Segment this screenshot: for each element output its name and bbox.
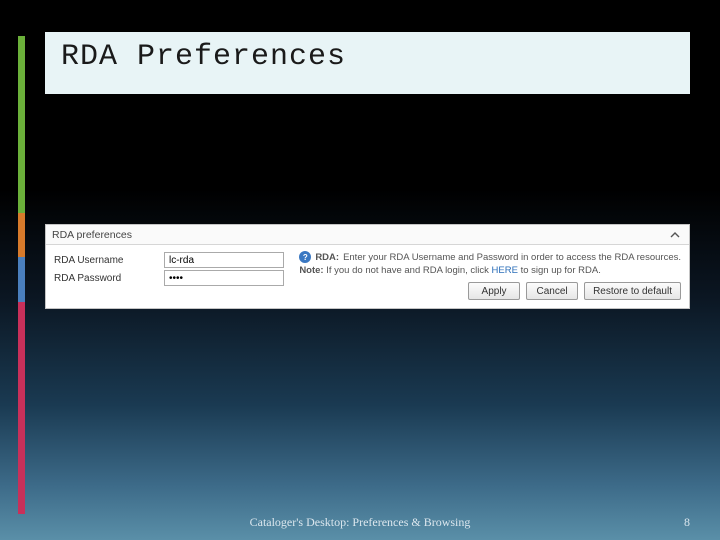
form-column: RDA Username RDA Password [54,251,287,300]
panel-body: RDA Username RDA Password ? RDA: Enter y… [46,245,689,308]
help-icon: ? [299,251,311,263]
apply-button[interactable]: Apply [468,282,520,300]
slide: RDA Preferences RDA preferences RDA User… [0,0,720,540]
stripe-orange [18,213,25,257]
note-text-2: to sign up for RDA. [521,265,601,276]
button-row: Apply Cancel Restore to default [299,282,681,300]
info-line-1: ? RDA: Enter your RDA Username and Passw… [299,251,681,263]
password-row: RDA Password [54,269,287,287]
stripe-pink [18,302,25,514]
password-input[interactable] [164,270,284,286]
stripe-blue [18,257,25,301]
info-prefix: RDA: [315,252,339,263]
info-line-2: Note: If you do not have and RDA login, … [299,265,681,276]
username-row: RDA Username [54,251,287,269]
info-column: ? RDA: Enter your RDA Username and Passw… [299,251,681,300]
stripe-green [18,36,25,213]
accent-stripes [18,36,25,514]
signup-link[interactable]: HERE [492,265,518,276]
title-box: RDA Preferences [45,32,690,94]
footer-title: Cataloger's Desktop: Preferences & Brows… [0,515,720,530]
info-text-1: Enter your RDA Username and Password in … [343,252,681,263]
cancel-button[interactable]: Cancel [526,282,578,300]
page-number: 8 [684,515,690,530]
restore-default-button[interactable]: Restore to default [584,282,681,300]
rda-preferences-panel: RDA preferences RDA Username RDA Passwor… [45,224,690,309]
note-label: Note: [299,265,323,276]
slide-title: RDA Preferences [61,40,674,74]
collapse-icon[interactable] [669,229,681,241]
note-text-1: If you do not have and RDA login, click [326,265,489,276]
panel-header-label: RDA preferences [52,229,132,241]
password-label: RDA Password [54,273,164,284]
panel-header[interactable]: RDA preferences [46,225,689,245]
username-label: RDA Username [54,255,164,266]
username-input[interactable] [164,252,284,268]
